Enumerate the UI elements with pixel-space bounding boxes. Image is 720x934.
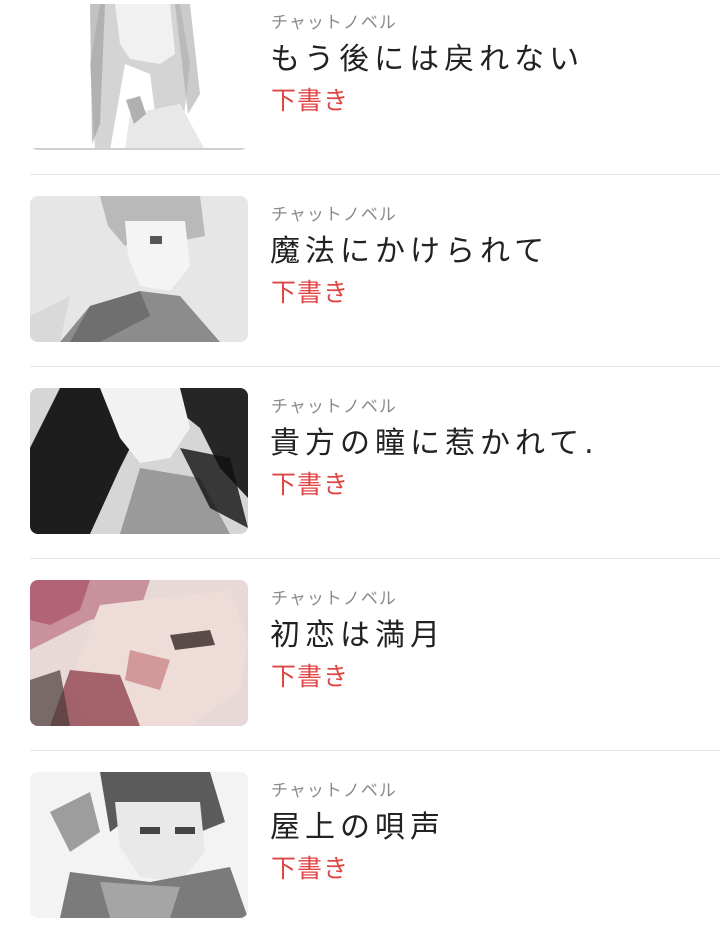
draft-row[interactable]: チャットノベル 魔法にかけられて 下書き	[0, 148, 720, 367]
novel-title: もう後には戻れない	[270, 42, 585, 77]
novel-title: 初恋は満月	[270, 618, 445, 653]
draft-row[interactable]: チャットノベル 初恋は満月 下書き	[0, 532, 720, 751]
draft-status: 下書き	[271, 662, 350, 691]
category-label: チャットノベル	[271, 781, 397, 801]
draft-list: チャットノベル もう後には戻れない 下書き チャットノベル 魔法にかけられて 下…	[0, 0, 720, 934]
novel-title: 魔法にかけられて	[270, 234, 550, 269]
manga-girl-long-hair-image	[30, 4, 248, 150]
manga-boy-short-hair-image	[30, 196, 248, 342]
manga-boy-scarf-image	[30, 772, 248, 918]
draft-status: 下書き	[271, 854, 350, 883]
draft-status: 下書き	[271, 470, 350, 499]
novel-title: 貴方の瞳に惹かれて.	[270, 426, 599, 461]
category-label: チャットノベル	[271, 589, 397, 609]
draft-row[interactable]: チャットノベル 貴方の瞳に惹かれて. 下書き	[0, 340, 720, 559]
draft-row[interactable]: チャットノベル 屋上の唄声 下書き	[0, 724, 720, 918]
manga-girl-dark-hair-image	[30, 388, 248, 534]
draft-status: 下書き	[271, 278, 350, 307]
category-label: チャットノベル	[271, 13, 397, 33]
draft-row[interactable]: チャットノベル もう後には戻れない 下書き	[0, 0, 720, 175]
category-label: チャットノベル	[271, 397, 397, 417]
category-label: チャットノベル	[271, 205, 397, 225]
draft-status: 下書き	[271, 86, 350, 115]
manga-man-pink-hair-image	[30, 580, 248, 726]
novel-title: 屋上の唄声	[270, 810, 445, 845]
